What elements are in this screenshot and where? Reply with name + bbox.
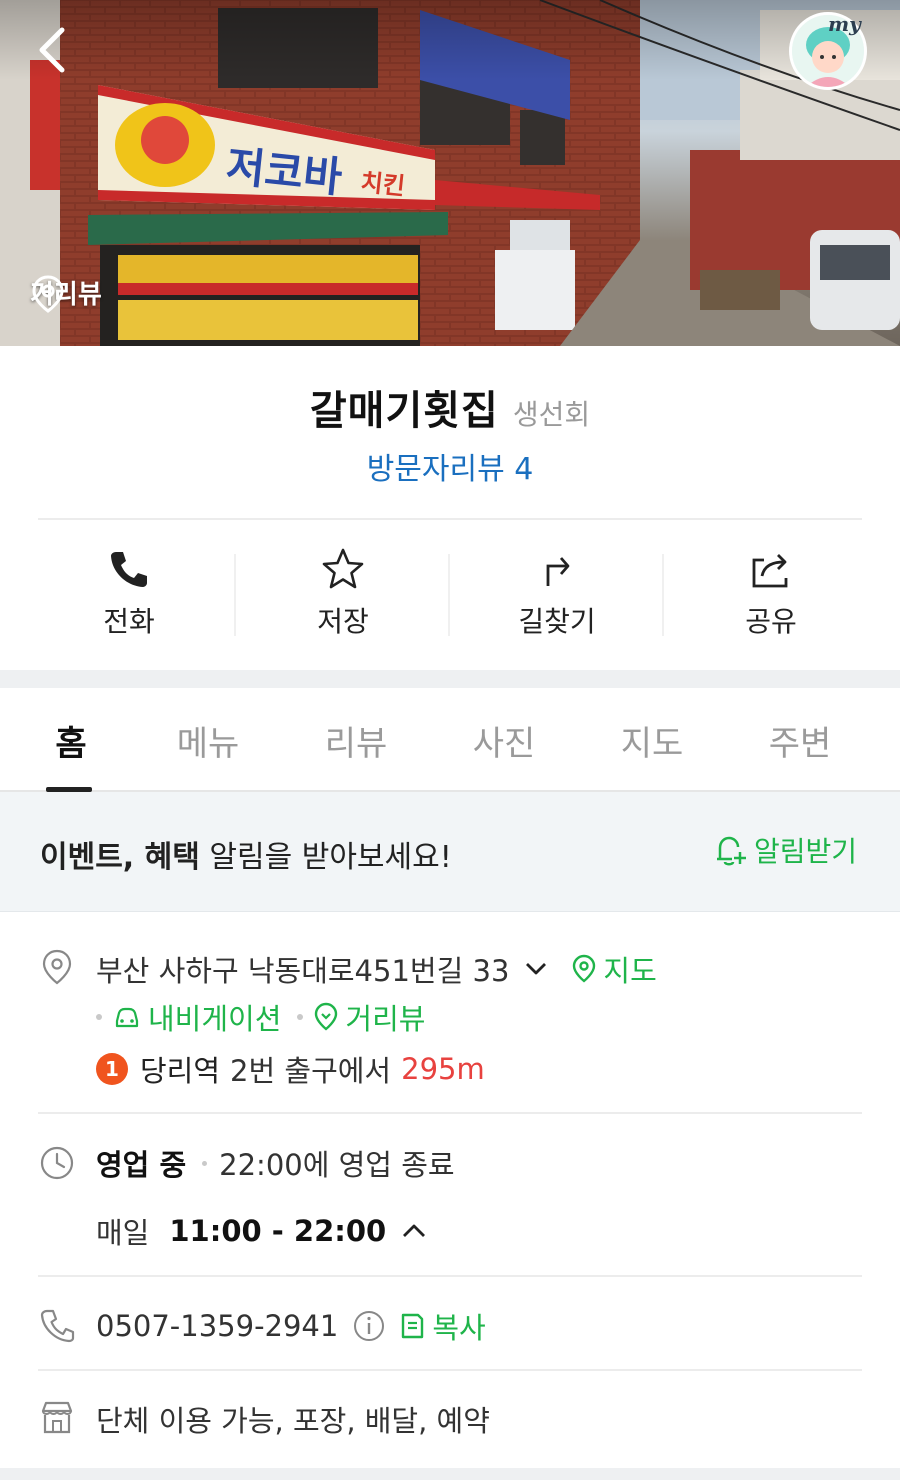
save-button[interactable]: 저장 — [236, 540, 450, 648]
share-icon — [752, 554, 788, 588]
tab-home[interactable]: 홈 — [8, 688, 134, 792]
bell-plus-icon — [717, 836, 746, 866]
subway-line-badge: 1 — [96, 1053, 128, 1085]
subscribe-alert-label: 알림받기 — [754, 835, 858, 868]
visitor-review-link[interactable]: 방문자리뷰 4 — [0, 444, 900, 488]
business-days: 매일 — [96, 1216, 150, 1250]
location-pin-icon — [42, 949, 72, 985]
tab-nearby[interactable]: 주변 — [726, 688, 874, 790]
my-label: my — [828, 12, 861, 36]
place-header: 갈매기횟집 생선회 방문자리뷰 4 — [0, 346, 900, 518]
directions-button-label: 길찾기 — [518, 605, 596, 638]
tab-menu[interactable]: 메뉴 — [134, 688, 282, 790]
directions-button[interactable]: 길찾기 — [450, 540, 664, 648]
call-button[interactable]: 전화 — [22, 540, 236, 648]
subway-distance: 295m — [401, 1052, 485, 1086]
place-category: 생선회 — [512, 398, 591, 431]
map-pin-icon — [573, 954, 596, 983]
business-time-range: 11:00 - 22:00 — [169, 1214, 387, 1248]
map-link-label: 지도 — [603, 954, 657, 988]
business-status-row: 영업 중 22:00에 영업 종료 — [96, 1142, 455, 1184]
store-icon — [41, 1401, 73, 1434]
navigation-link[interactable]: 내비게이션 — [112, 996, 281, 1038]
streetview-link[interactable]: 거리뷰 — [313, 996, 425, 1038]
save-button-label: 저장 — [317, 605, 369, 638]
svg-text:치킨: 치킨 — [359, 168, 406, 200]
phone-row: 0507-1359-2941 복사 — [96, 1305, 486, 1347]
chevron-down-icon[interactable] — [523, 956, 549, 982]
navigation-link-label: 내비게이션 — [148, 1002, 282, 1036]
streetview-badge[interactable]: 거리뷰 — [30, 274, 102, 313]
divider — [38, 518, 862, 520]
address-text: 부산 사하구 낙동대로451번길 33 — [96, 954, 510, 988]
action-bar: 전화 저장 길찾기 공유 — [22, 540, 878, 648]
place-title-row: 갈매기횟집 생선회 — [0, 378, 900, 436]
tab-photos[interactable]: 사진 — [430, 688, 578, 790]
divider — [38, 1275, 862, 1277]
chevron-left-icon — [39, 27, 65, 73]
map-link[interactable]: 지도 — [571, 948, 657, 990]
tab-map[interactable]: 지도 — [578, 688, 726, 790]
place-name: 갈매기횟집 — [309, 388, 499, 434]
share-button-label: 공유 — [745, 605, 797, 638]
streetview-pin-icon — [315, 1002, 338, 1031]
back-button[interactable] — [26, 20, 86, 80]
clock-icon — [40, 1146, 74, 1180]
notification-bold-text: 이벤트, 혜택 — [40, 840, 200, 875]
subway-exit: 2번 출구에서 — [230, 1054, 392, 1088]
notification-rest-text: 알림을 받아보세요! — [199, 840, 452, 875]
phone-icon — [111, 552, 147, 587]
tab-bar: 홈 메뉴 리뷰 사진 지도 주변 — [0, 688, 900, 792]
streetview-link-label: 거리뷰 — [345, 1002, 426, 1036]
copy-icon — [402, 1313, 424, 1339]
address-links-row: 내비게이션 거리뷰 — [96, 996, 425, 1038]
divider — [38, 1112, 862, 1114]
street-view-photo[interactable]: 저코바 치킨 my 거리뷰 — [0, 0, 900, 346]
share-button[interactable]: 공유 — [664, 540, 878, 648]
subway-info: 1 당리역 2번 출구에서 295m — [96, 1048, 485, 1090]
phone-number[interactable]: 0507-1359-2941 — [96, 1309, 338, 1343]
info-icon[interactable] — [352, 1309, 386, 1343]
separator-dot — [96, 1014, 102, 1020]
subway-station: 당리역 — [140, 1054, 221, 1088]
street-scene-illustration: 저코바 치킨 — [0, 0, 900, 346]
divider — [38, 1369, 862, 1371]
chevron-up-icon[interactable] — [400, 1217, 428, 1245]
separator-dot — [297, 1014, 304, 1020]
location-pin-icon — [32, 275, 64, 313]
section-separator — [0, 1468, 900, 1480]
call-button-label: 전화 — [103, 605, 155, 638]
business-hours-row[interactable]: 매일 11:00 - 22:00 — [96, 1210, 428, 1252]
notification-banner: 이벤트, 혜택 알림을 받아보세요! 알림받기 — [0, 792, 900, 912]
section-separator — [0, 670, 900, 688]
tab-review[interactable]: 리뷰 — [282, 688, 430, 790]
separator-dot — [202, 1160, 208, 1166]
address-row: 부산 사하구 낙동대로451번길 33 지도 — [96, 948, 657, 990]
notification-text: 이벤트, 혜택 알림을 받아보세요! — [40, 832, 452, 876]
phone-outline-icon — [40, 1309, 75, 1343]
subscribe-alert-button[interactable]: 알림받기 — [712, 830, 857, 870]
copy-phone-button[interactable]: 복사 — [398, 1305, 486, 1347]
facilities-text: 단체 이용 가능, 포장, 배달, 예약 — [96, 1404, 490, 1438]
directions-icon — [546, 557, 570, 586]
copy-phone-label: 복사 — [432, 1311, 486, 1345]
closing-time-text: 22:00에 영업 종료 — [219, 1148, 455, 1182]
star-icon — [322, 548, 364, 589]
business-status: 영업 중 — [96, 1148, 187, 1182]
car-icon — [115, 1007, 139, 1028]
